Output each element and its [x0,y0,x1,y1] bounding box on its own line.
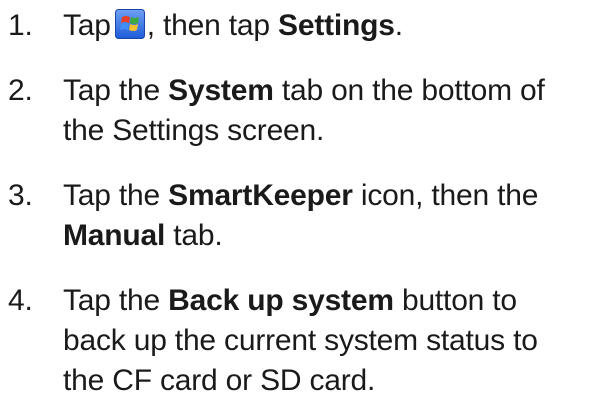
step-line: Tap , then tap Settings. [63,6,611,46]
step-text: Tap the SmartKeeper icon, then the Manua… [63,176,611,256]
step-bold: Manual [63,219,166,252]
step-number: 2. [8,74,33,107]
step-text-mid: , then tap [146,9,270,42]
step-line: Manual tab. [63,216,611,256]
step-text-post: tab on the bottom of [281,74,545,107]
step-text-pre: Tap the [63,284,161,317]
step-text-pre: Tap [63,9,111,42]
windows-start-icon [114,9,145,39]
step-bold: SmartKeeper [168,179,353,212]
step-text-pre: Tap the [63,179,161,212]
step-number: 4. [8,284,33,317]
step-bold: Back up system [168,284,394,317]
step-bold: Settings [278,9,395,42]
step-bold: System [168,74,274,107]
step-line: back up the current system status to [63,324,538,357]
step-number: 1. [8,9,33,42]
step-line: the CF card or SD card. [63,364,376,397]
step-text: Tap the System tab on the bottom of the … [63,71,611,151]
step-text-post: icon, then the [360,179,539,212]
step-text-pre: Tap the [63,74,161,107]
step-text-post: tab. [173,219,223,252]
step-line: the Settings screen. [63,114,325,147]
step-line: Tap the SmartKeeper icon, then the [63,176,611,216]
step-text-post: button to [401,284,517,317]
step-text: Tap , then tap Settings. [63,6,611,46]
step-line: Tap the System tab on the bottom of [63,71,611,111]
step-number: 3. [8,179,33,212]
step-text: Tap the Back up system button to back up… [63,281,611,401]
step-line: Tap the Back up system button to [63,281,611,321]
step-text-post: . [394,9,403,42]
